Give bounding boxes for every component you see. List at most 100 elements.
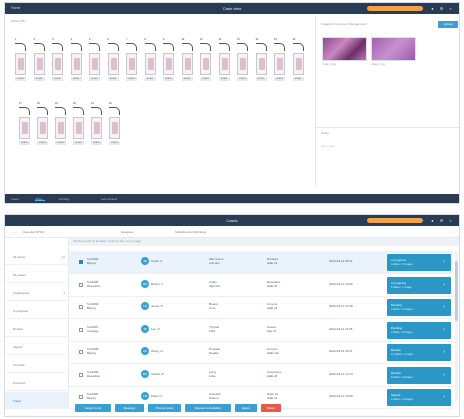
slide-item[interactable]: 15 S-0001 — [274, 38, 285, 83]
gear-icon[interactable]: ⚙ — [439, 218, 444, 223]
scrollbar-thumb[interactable] — [455, 261, 458, 321]
sidebar-item[interactable]: Review — [5, 320, 69, 337]
table-row[interactable]: S-10296 Biopsy LR Jones, P. Breast Core Core b… — [69, 296, 453, 319]
upload-button[interactable]: Upload — [438, 21, 458, 28]
sidebar-item[interactable]: Unassigned 3 — [5, 284, 69, 301]
case-id-cell[interactable]: S-10300 Biopsy — [87, 392, 98, 400]
slide-item[interactable]: 14 S-0001 — [255, 38, 267, 83]
case-id-cell[interactable]: S-10298 Biopsy — [87, 347, 98, 355]
slide-hook-icon — [163, 43, 174, 51]
sidebar-item[interactable]: My cases — [5, 266, 69, 283]
chevron-right-icon[interactable]: › — [443, 372, 445, 378]
slide-item[interactable]: 1 S-0001 — [15, 38, 26, 83]
stain-count: H&E x6 — [267, 283, 278, 288]
status-button[interactable]: In progress 6 slides • 1 image › — [387, 276, 451, 294]
chevron-right-icon[interactable]: › — [443, 282, 445, 288]
sidebar-item[interactable]: Signed — [5, 338, 69, 355]
sidebar-item[interactable]: Consults — [5, 356, 69, 373]
slide-label: S-0001 — [55, 141, 66, 145]
action-button-reassign[interactable]: Reassign — [115, 404, 144, 412]
gear-icon[interactable]: ⚙ — [439, 6, 444, 11]
user-icon[interactable]: ● — [430, 218, 435, 223]
status-button[interactable]: Review 12 slides • 1 image › — [387, 344, 451, 361]
row-checkbox[interactable] — [79, 395, 83, 399]
slide-item[interactable]: 6 S-0001 — [107, 38, 119, 83]
status-button[interactable]: Pending 3 slides • 0 images › — [387, 299, 451, 316]
slide-item[interactable]: 4 S-0001 — [70, 38, 82, 83]
action-button-delete[interactable]: Delete — [261, 404, 281, 412]
image-thumbnail[interactable] — [371, 37, 416, 61]
table-row[interactable]: S-10298 Biopsy AK Wong, H. Prostate Needle Cor… — [69, 341, 453, 364]
status-tab-pending[interactable]: Pending — [59, 197, 69, 201]
tissue-sample — [40, 122, 46, 134]
sidebar-item[interactable]: All cases 10 — [5, 248, 69, 265]
status-button[interactable]: Review 8 slides • 3 images › — [387, 366, 451, 384]
column-header-assignee[interactable]: Assignee — [121, 230, 133, 234]
sidebar-item[interactable]: In progress — [5, 302, 69, 319]
status-label: Review — [391, 348, 401, 352]
slide-item[interactable]: 5 S-0001 — [89, 38, 100, 83]
case-id-cell[interactable]: S-10297 Cytology — [87, 325, 99, 333]
slide-item[interactable]: 11 S-0001 — [200, 38, 211, 83]
slide-number: 4 — [70, 38, 72, 41]
chevron-right-icon[interactable]: › — [443, 304, 445, 310]
slide-item[interactable]: 20 S-0001 — [73, 102, 84, 147]
user-icon[interactable]: ● — [430, 6, 435, 11]
image-thumbnail[interactable] — [322, 37, 367, 61]
slide-label: S-0001 — [237, 77, 248, 81]
slide-item[interactable]: 22 S-0001 — [109, 102, 120, 147]
slide-item[interactable]: 2 S-0001 — [33, 38, 45, 83]
close-icon[interactable]: × — [448, 218, 453, 223]
tissue-sample — [221, 58, 228, 70]
slide-item[interactable]: 16 S-0001 — [292, 38, 304, 83]
close-icon[interactable]: × — [448, 6, 453, 11]
table-row[interactable]: S-10297 Cytology JD Lee, S. Thyroid FNA Smear P… — [69, 319, 453, 342]
slide-item[interactable]: 12 S-0001 — [218, 38, 230, 83]
row-checkbox[interactable] — [79, 350, 83, 354]
tissue-sample — [73, 58, 80, 70]
slide-item[interactable]: 9 S-0001 — [163, 38, 174, 83]
row-checkbox[interactable] — [79, 305, 83, 309]
chevron-right-icon[interactable]: › — [443, 349, 445, 355]
slide-item[interactable]: 19 S-0001 — [55, 102, 66, 147]
row-checkbox[interactable] — [79, 327, 83, 332]
row-checkbox[interactable] — [79, 372, 83, 377]
slide-item[interactable]: 3 S-0001 — [52, 38, 63, 83]
slide-item[interactable]: 17 S-0001 — [19, 102, 30, 147]
slide-item[interactable]: 13 S-0001 — [237, 38, 248, 83]
table-row[interactable]: S-10294 Biopsy JD Smith, A. Skin lesion Left … — [69, 251, 453, 274]
column-header-submitted[interactable]: Submitted to Pathology — [175, 230, 206, 234]
tissue-sample — [36, 58, 43, 70]
chevron-right-icon[interactable]: › — [443, 394, 445, 400]
slide-item[interactable]: 7 S-0001 — [126, 38, 137, 83]
action-button-change-status[interactable]: Change status — [148, 404, 181, 412]
specimen-site: Lobe — [209, 373, 216, 378]
action-button-assign-to-me[interactable]: Assign to me — [75, 404, 111, 412]
case-id-cell[interactable]: S-10299 Resection — [87, 370, 100, 378]
row-checkbox[interactable] — [79, 260, 83, 264]
action-button-export[interactable]: Export — [235, 404, 257, 412]
sidebar-item-label: My cases — [13, 273, 26, 277]
scrollbar[interactable] — [455, 251, 458, 401]
sidebar-item[interactable]: Archived — [5, 374, 69, 391]
back-icon[interactable]: ← — [13, 230, 16, 234]
action-button-request-consultation[interactable]: Request consultation — [185, 404, 231, 412]
status-button[interactable]: In progress 4 slides • 2 images › — [387, 254, 451, 271]
search-bar[interactable] — [367, 218, 423, 223]
slide-item[interactable]: 8 S-0001 — [144, 38, 156, 83]
status-cases[interactable]: Cases — [11, 197, 19, 201]
slide-item[interactable]: 18 S-0001 — [37, 102, 48, 147]
case-id-cell[interactable]: S-10296 Biopsy — [87, 302, 98, 310]
table-row[interactable]: S-10295 Resection MK Brown, T. Colon Sigmoid R… — [69, 274, 453, 297]
case-id-cell[interactable]: S-10295 Resection — [87, 280, 100, 288]
table-row[interactable]: S-10299 Resection MK Garcia, R. Lung Lobe Lobe… — [69, 364, 453, 387]
case-id-cell[interactable]: S-10294 Biopsy — [87, 257, 98, 265]
notes-input[interactable]: Add a note... — [321, 145, 336, 148]
chevron-right-icon[interactable]: › — [443, 327, 445, 333]
row-checkbox[interactable] — [79, 282, 83, 287]
chevron-right-icon[interactable]: › — [443, 259, 445, 265]
slide-item[interactable]: 10 S-0001 — [181, 38, 193, 83]
search-bar[interactable] — [367, 6, 423, 11]
status-button[interactable]: Pending 2 slides • 0 images › — [387, 321, 451, 339]
slide-item[interactable]: 21 S-0001 — [91, 102, 102, 147]
